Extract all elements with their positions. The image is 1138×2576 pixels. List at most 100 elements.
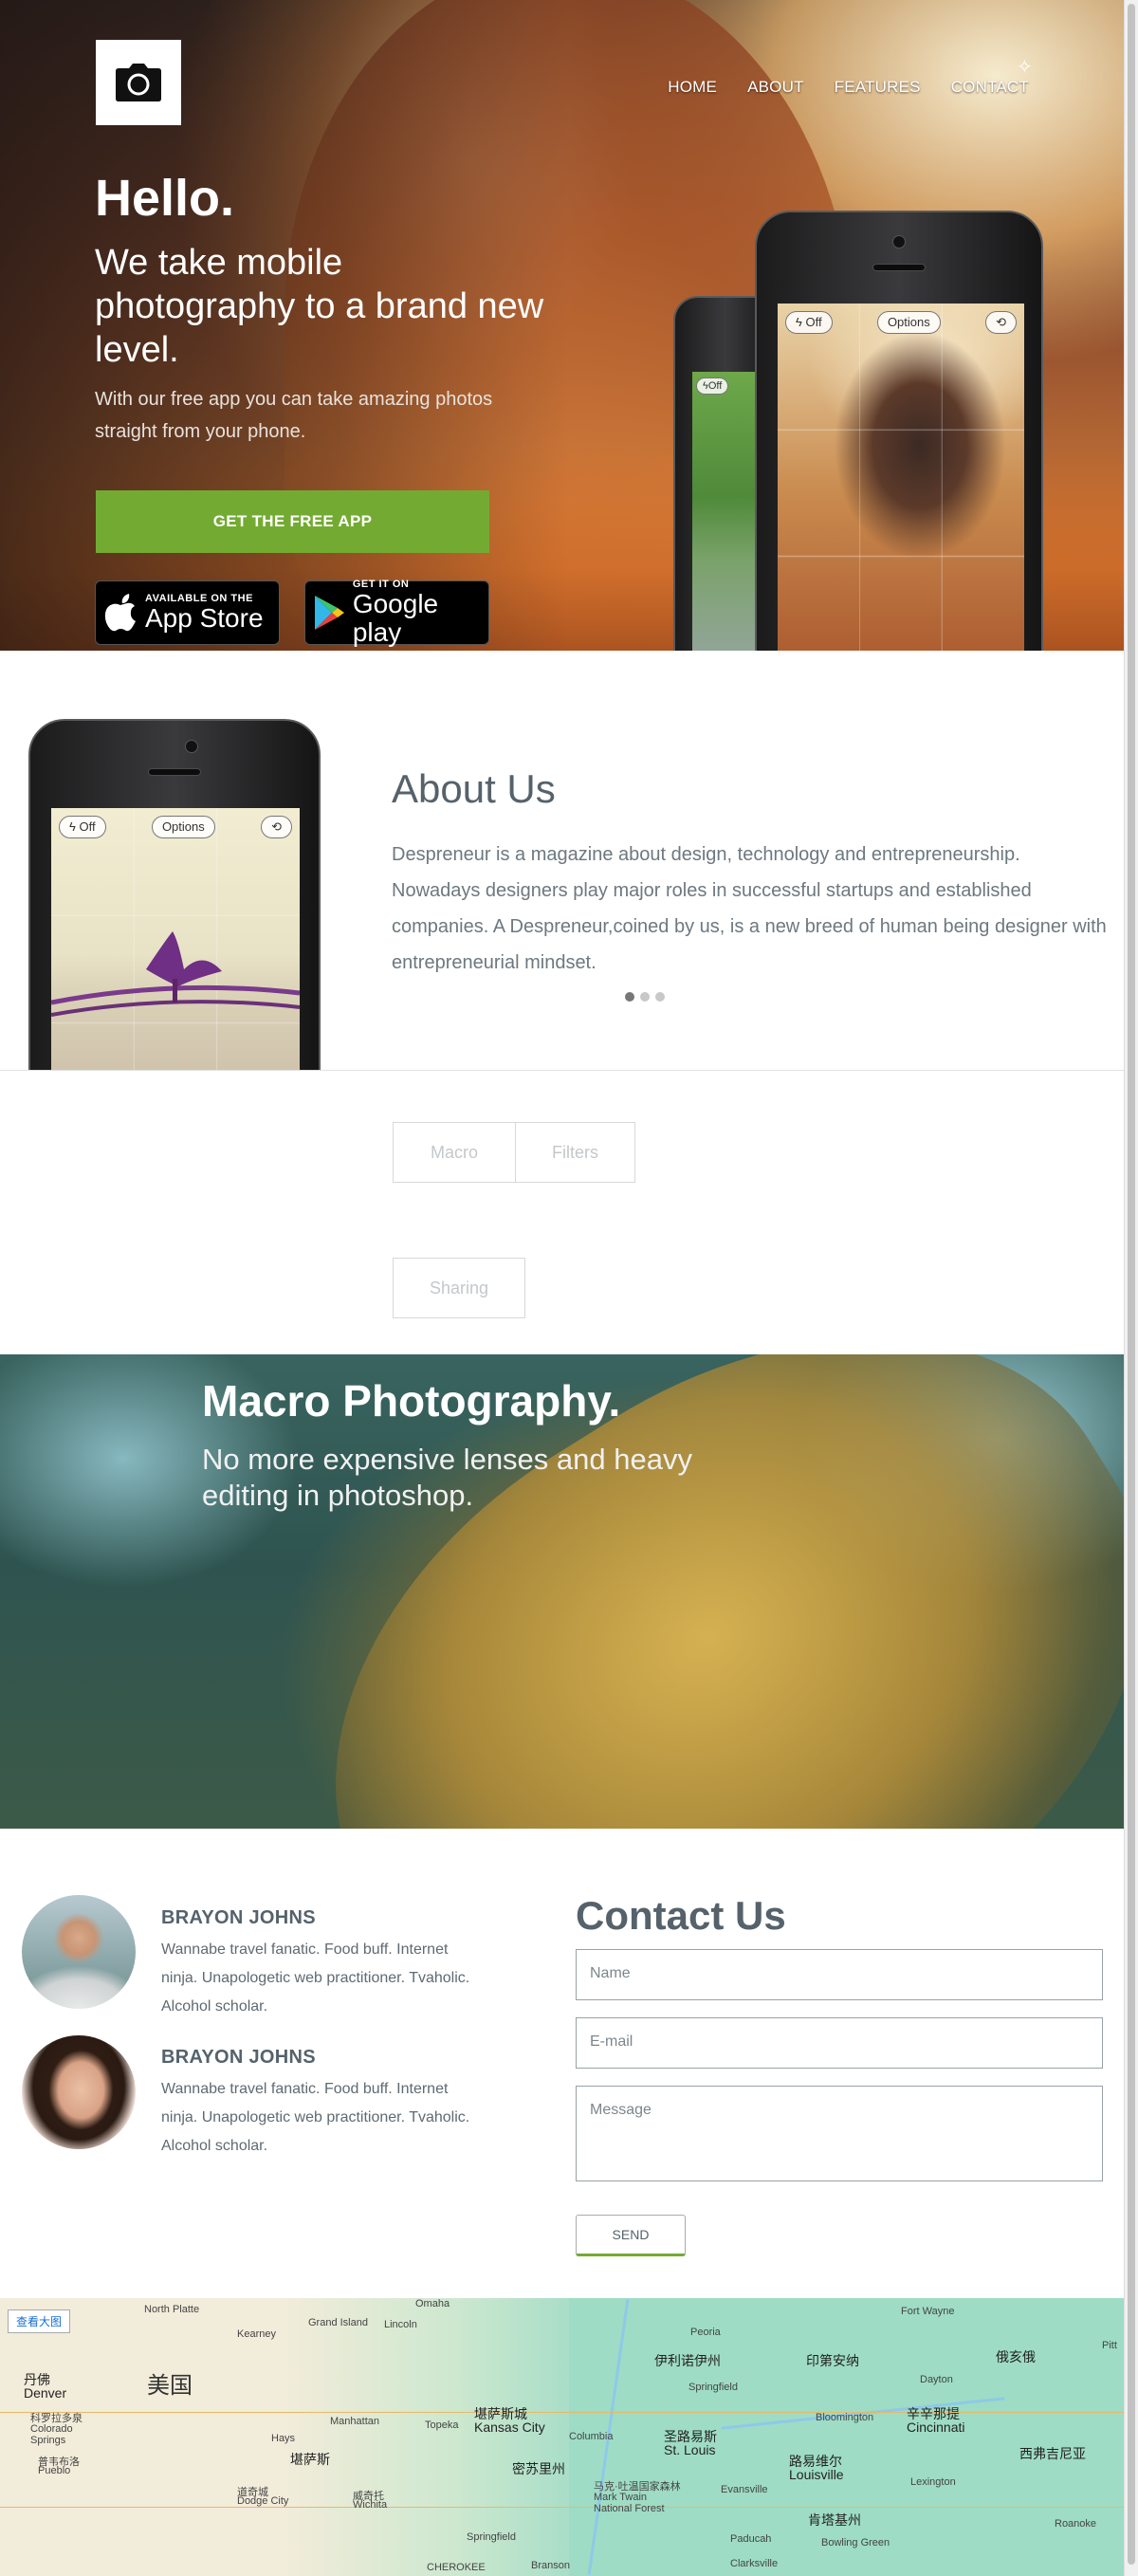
nav-home[interactable]: HOME — [668, 78, 717, 97]
map-label: Springfield — [467, 2531, 516, 2543]
front-phone-mockup: ϟ Off Options ⟲ — [755, 211, 1043, 651]
email-field[interactable]: E-mail — [576, 2017, 1103, 2069]
slider-dot-3[interactable] — [655, 992, 665, 1002]
section-divider — [0, 1070, 1124, 1071]
map-label: Columbia — [569, 2431, 614, 2442]
google-play-big-text: Google play — [352, 589, 439, 647]
macro-section: Macro Photography. No more expensive len… — [0, 1354, 1124, 1829]
team-member-name: BRAYON JOHNS — [161, 1907, 316, 1928]
team-member-bio: Wannabe travel fanatic. Food buff. Inter… — [161, 1941, 470, 2015]
map-label: Kearney — [237, 2328, 276, 2340]
slider-dot-1[interactable] — [625, 992, 634, 1002]
map-label: Paducah — [730, 2533, 772, 2545]
map-label: Branson — [531, 2560, 570, 2571]
map-label: National Forest — [594, 2503, 665, 2514]
map-label: Peoria — [690, 2327, 721, 2338]
google-play-badge[interactable]: GET IT ON Google play — [304, 579, 489, 647]
camera-icon — [116, 64, 161, 101]
tab-macro[interactable]: Macro — [393, 1122, 516, 1183]
map-label: 密苏里州 — [512, 2461, 565, 2476]
about-phone-camera — [185, 740, 198, 753]
map-label: Dayton — [920, 2374, 953, 2385]
map-label: Mark Twain — [594, 2492, 648, 2503]
front-speaker — [872, 264, 926, 271]
about-phone-mockup: ϟ Off Options ⟲ — [28, 719, 321, 1070]
map-label: Omaha — [415, 2298, 450, 2309]
get-app-button[interactable]: GET THE FREE APP — [96, 490, 489, 553]
camera-logo[interactable] — [96, 40, 181, 125]
about-phone-speaker — [148, 768, 201, 776]
view-larger-map-button[interactable]: 查看大图 — [8, 2309, 71, 2333]
team-member-bio: Wannabe travel fanatic. Food buff. Inter… — [161, 2081, 470, 2154]
hero-subtitle: We take mobile photography to a brand ne… — [95, 243, 544, 370]
scrollbar-thumb[interactable] — [1128, 4, 1135, 2565]
map-label: Manhattan — [330, 2416, 379, 2427]
map-label: 肯塔基州 — [808, 2512, 861, 2528]
slider-dots — [625, 992, 665, 1002]
map-label: Hays — [271, 2433, 296, 2444]
about-text: Despreneur is a magazine about design, t… — [392, 844, 1107, 973]
front-camera — [892, 235, 906, 248]
nav-features[interactable]: FEATURES — [835, 78, 921, 97]
map-transition-region — [284, 2298, 569, 2576]
sparkle-icon: ✧ — [1017, 57, 1033, 78]
map[interactable]: 查看大图 美国 North Platte Grand Island Kearne… — [0, 2298, 1124, 2576]
play-store-icon — [305, 595, 353, 631]
message-field[interactable]: Message — [576, 2086, 1103, 2181]
map-label: St. Louis — [664, 2442, 716, 2457]
map-label: 美国 — [147, 2373, 193, 2399]
map-label: Colorado — [30, 2423, 73, 2435]
map-label: Topeka — [425, 2420, 459, 2431]
send-button[interactable]: SEND — [576, 2215, 686, 2256]
team-member-name: BRAYON JOHNS — [161, 2047, 316, 2068]
macro-title: Macro Photography. — [202, 1376, 621, 1426]
app-store-big-text: App Store — [145, 603, 264, 633]
camera-grid-overlay — [778, 304, 1024, 651]
avatar — [22, 1895, 136, 2009]
map-label: 西弗吉尼亚 — [1019, 2446, 1086, 2461]
bird-photo — [51, 931, 300, 1017]
map-label: CHEROKEE — [427, 2562, 486, 2573]
hero-title: Hello. — [95, 170, 235, 227]
page-scrollbar[interactable] — [1124, 0, 1138, 2576]
main-nav: HOME ABOUT FEATURES CONTACT — [668, 78, 1029, 97]
macro-text: No more expensive lenses and heavy editi… — [202, 1443, 692, 1512]
options-button[interactable]: Options — [876, 311, 941, 334]
app-store-badge[interactable]: AVAILABLE ON THE App Store — [95, 580, 280, 645]
avatar — [22, 2035, 136, 2149]
map-label: Bowling Green — [821, 2537, 890, 2548]
about-phone-screen: ϟ Off Options ⟲ — [51, 808, 300, 1070]
map-label: Springs — [30, 2435, 66, 2446]
map-label: Cincinnati — [907, 2420, 965, 2435]
hero-lead: With our free app you can take amazing p… — [95, 389, 493, 442]
map-label: 堪萨斯 — [290, 2452, 330, 2467]
map-label: Grand Island — [308, 2317, 368, 2328]
hero-section: HOME ABOUT FEATURES CONTACT ✧ Hello. We … — [0, 0, 1124, 651]
about-options-button[interactable]: Options — [151, 816, 215, 838]
map-label: Denver — [24, 2385, 67, 2401]
map-label: Lincoln — [384, 2319, 417, 2330]
about-title: About Us — [392, 766, 556, 811]
nav-about[interactable]: ABOUT — [747, 78, 804, 97]
map-label: 印第安纳 — [806, 2353, 859, 2368]
nav-contact[interactable]: CONTACT — [951, 78, 1029, 97]
tab-sharing[interactable]: Sharing — [393, 1258, 525, 1318]
map-label: North Platte — [144, 2304, 200, 2315]
map-label: Pitt — [1102, 2340, 1117, 2351]
apple-icon — [96, 594, 145, 632]
map-label: Pueblo — [38, 2465, 71, 2476]
map-label: Fort Wayne — [901, 2306, 955, 2317]
about-switch-camera-icon[interactable]: ⟲ — [261, 816, 292, 838]
name-field[interactable]: Name — [576, 1949, 1103, 2000]
switch-camera-icon[interactable]: ⟲ — [985, 311, 1017, 334]
flash-toggle[interactable]: ϟ Off — [785, 311, 833, 334]
about-flash-toggle[interactable]: ϟ Off — [59, 816, 106, 838]
tab-filters[interactable]: Filters — [515, 1122, 635, 1183]
map-label: Louisville — [789, 2467, 844, 2482]
map-label: Lexington — [910, 2476, 956, 2488]
back-phone-flash-toggle: ϟOff — [696, 377, 729, 395]
map-label: Dodge City — [237, 2495, 289, 2507]
front-phone-screen: ϟ Off Options ⟲ — [778, 304, 1024, 651]
slider-dot-2[interactable] — [640, 992, 650, 1002]
map-label: 俄亥俄 — [996, 2349, 1036, 2364]
